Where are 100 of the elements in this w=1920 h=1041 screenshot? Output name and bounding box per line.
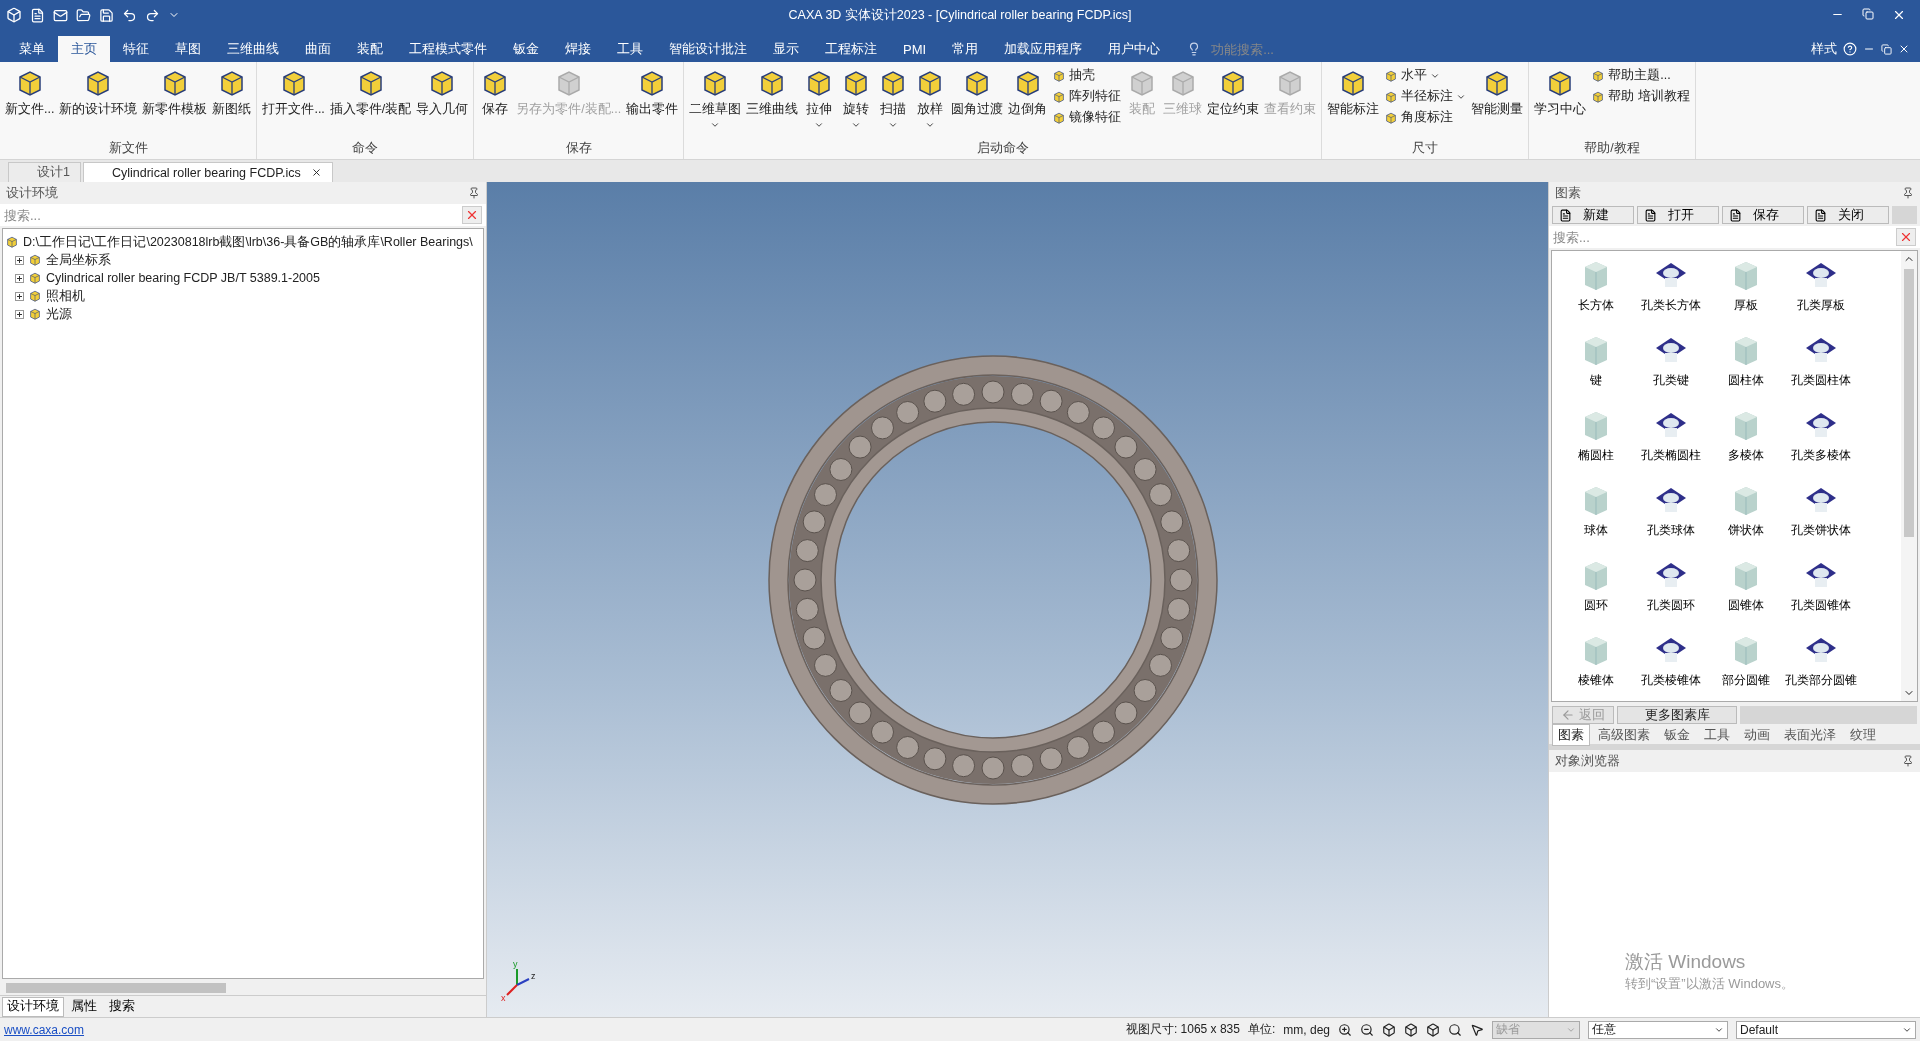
catalog-item[interactable]: 孔类球体 [1635,482,1707,557]
document-tab[interactable]: Cylindrical roller bearing FCDP.ics [82,162,333,182]
ribbon-button[interactable]: 帮助 培训教程 [1589,87,1692,106]
ribbon-button[interactable]: 帮助主题... [1589,66,1692,85]
expand-toggle-icon[interactable] [15,273,24,283]
catalog-item[interactable]: 多棱体 [1710,407,1782,482]
catalog-item[interactable]: 球体 [1560,482,1632,557]
ribbon-button[interactable]: 智能测量 [1469,64,1526,121]
catalog-item[interactable]: 孔类饼状体 [1785,482,1857,557]
panel-tab[interactable]: 钣金 [1658,724,1696,746]
expand-toggle-icon[interactable] [15,291,24,301]
tree-item[interactable]: D:\工作日记\工作日记\20230818lrb截图\lrb\36-具备GB的轴承库\Roller Bearings\ [23,233,473,251]
catalog-item[interactable]: 圆环 [1560,557,1632,632]
scrollbar-thumb[interactable] [6,983,226,993]
new-file-icon[interactable] [30,7,45,23]
ribbon-button[interactable]: 扫描 [875,64,912,133]
tree-item[interactable]: 光源 [46,305,72,323]
menu-tab[interactable]: 特征 [110,36,162,62]
ribbon-button[interactable]: 二维草图 [687,64,744,133]
panel-tab[interactable]: 搜索 [104,996,140,1017]
search-icon[interactable] [1448,1022,1462,1037]
ribbon-button[interactable]: 学习中心 [1532,64,1589,121]
ribbon-button[interactable]: 半径标注 [1382,87,1469,106]
ribbon-button[interactable]: 放样 [912,64,949,133]
catalog-item[interactable]: 孔类椭圆柱 [1635,407,1707,482]
ribbon-button[interactable]: 抽壳 [1050,66,1124,85]
cube-icon[interactable] [1382,1022,1396,1037]
3d-viewport[interactable]: y z x [487,182,1548,1017]
menu-tab[interactable]: 常用 [939,36,992,62]
expand-toggle-icon[interactable] [15,255,24,265]
menu-tab[interactable]: 加载应用程序 [991,36,1096,62]
ribbon-button[interactable]: 智能标注 [1325,64,1382,121]
cube-icon[interactable] [1404,1022,1418,1037]
menu-tab[interactable]: 工程模式零件 [396,36,500,62]
zoom-in-icon[interactable] [1338,1022,1352,1037]
ribbon-button[interactable]: 阵列特征 [1050,87,1124,106]
tree-item[interactable]: 照相机 [46,287,85,305]
expand-toggle-icon[interactable] [15,309,24,319]
panel-button[interactable]: 打开 [1637,206,1719,224]
tree-item[interactable]: Cylindrical roller bearing FCDP JB/T 5389.1-2005 [46,271,320,285]
catalog-item[interactable]: 圆柱体 [1710,332,1782,407]
catalog-item[interactable]: 孔类多棱体 [1785,407,1857,482]
panel-tab[interactable]: 属性 [66,996,102,1017]
close-icon[interactable] [1892,8,1906,22]
panel-tab[interactable]: 图素 [1552,724,1590,746]
ribbon-button[interactable]: 拉伸 [801,64,838,133]
combo-box[interactable]: 任意 [1588,1020,1728,1039]
ribbon-button[interactable]: 镜像特征 [1050,108,1124,127]
pin-icon[interactable] [468,187,480,199]
ribbon-button[interactable]: 新图纸 [210,64,254,121]
pointer-icon[interactable] [1470,1022,1484,1037]
restore-icon[interactable] [1862,8,1874,20]
ribbon-button[interactable]: 水平 [1382,66,1469,85]
catalog-item[interactable]: 厚板 [1710,257,1782,332]
clear-button[interactable] [1896,228,1916,246]
zoom-out-icon[interactable] [1360,1022,1374,1037]
catalog-item[interactable]: 键 [1560,332,1632,407]
catalog-item[interactable]: 孔类圆柱体 [1785,332,1857,407]
undo-icon[interactable] [122,7,137,23]
panel-button[interactable]: 新建 [1552,206,1634,224]
catalog-item[interactable]: 圆锥体 [1710,557,1782,632]
panel-tab[interactable]: 动画 [1738,724,1776,746]
menu-tab[interactable]: 钣金 [500,36,552,62]
ribbon-button[interactable]: 新零件模板 [140,64,210,121]
clear-button[interactable] [462,206,482,224]
menu-tab[interactable]: 草图 [162,36,214,62]
ribbon-button[interactable]: 打开文件... [260,64,327,121]
panel-button[interactable]: 保存 [1722,206,1804,224]
catalog-item[interactable]: 长方体 [1560,257,1632,332]
folder-icon[interactable] [76,7,91,23]
catalog-item[interactable]: 孔类长方体 [1635,257,1707,332]
panel-tab[interactable]: 纹理 [1844,724,1882,746]
ribbon-button[interactable]: 新文件... [3,64,57,121]
close-icon[interactable] [1898,43,1910,55]
panel-tab[interactable]: 设计环境 [2,996,64,1017]
catalog-item[interactable]: 孔类键 [1635,332,1707,407]
catalog-item[interactable]: 孔类圆环 [1635,557,1707,632]
menu-tab[interactable]: 用户中心 [1095,36,1174,62]
save-icon[interactable] [99,7,114,23]
more-library-button[interactable]: 更多图素库 [1617,706,1737,724]
catalog-item[interactable]: 椭圆柱 [1560,407,1632,482]
restore-icon[interactable] [1881,43,1892,55]
panel-button[interactable]: 关闭 [1807,206,1889,224]
menu-tab[interactable]: 焊接 [552,36,604,62]
ribbon-button[interactable]: 圆角过渡 [949,64,1006,121]
scrollbar-thumb[interactable] [1904,269,1914,537]
combo-box[interactable]: Default [1736,1020,1916,1039]
pin-icon[interactable] [1902,187,1914,199]
catalog-item[interactable]: 孔类圆锥体 [1785,557,1857,632]
menu-tab[interactable]: 显示 [760,36,812,62]
panel-tab[interactable]: 高级图素 [1592,724,1656,746]
feature-search-field[interactable]: 功能搜索... [1207,41,1328,57]
menu-tab[interactable]: 工具 [604,36,656,62]
pin-icon[interactable] [1902,755,1914,767]
menu-tab[interactable]: 三维曲线 [214,36,292,62]
menu-tab[interactable]: PMI [890,36,940,62]
ribbon-button[interactable]: 角度标注 [1382,108,1469,127]
ribbon-button[interactable]: 新的设计环境 [57,64,140,121]
panel-tab[interactable]: 工具 [1698,724,1736,746]
close-icon[interactable] [310,167,322,178]
